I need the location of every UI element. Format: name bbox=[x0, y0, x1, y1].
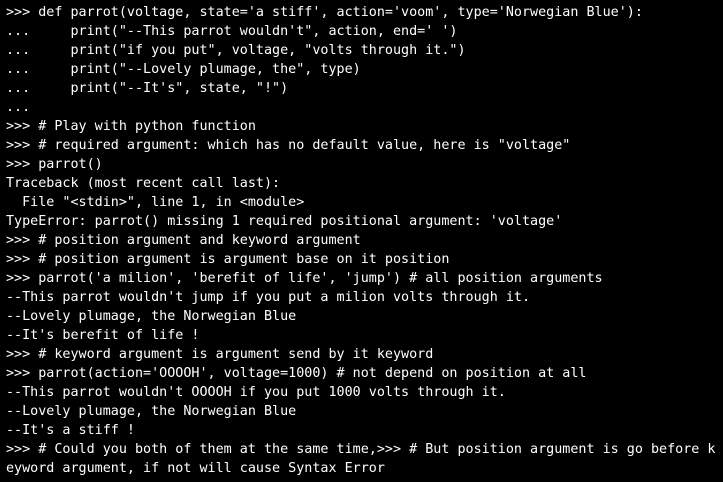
terminal-window[interactable]: >>> def parrot(voltage, state='a stiff',… bbox=[0, 0, 723, 482]
terminal-line: --Lovely plumage, the Norwegian Blue bbox=[6, 404, 297, 419]
terminal-line: ... print("if you put", voltage, "volts … bbox=[6, 43, 466, 58]
terminal-line: ... print("--This parrot wouldn't", acti… bbox=[6, 24, 458, 39]
terminal-line: --This parrot wouldn't jump if you put a… bbox=[6, 290, 531, 305]
terminal-line: >>> # position argument is argument base… bbox=[6, 252, 450, 267]
terminal-line: ... print("--It's", state, "!") bbox=[6, 81, 289, 96]
terminal-line: --Lovely plumage, the Norwegian Blue bbox=[6, 309, 297, 324]
terminal-output: >>> def parrot(voltage, state='a stiff',… bbox=[6, 3, 723, 478]
terminal-line: >>> # required argument: which has no de… bbox=[6, 138, 571, 153]
terminal-line: Traceback (most recent call last): bbox=[6, 176, 281, 191]
terminal-line: File "<stdin>", line 1, in <module> bbox=[6, 195, 305, 210]
terminal-line: >>> # position argument and keyword argu… bbox=[6, 233, 361, 248]
terminal-line: >>> # Could you both of them at the same… bbox=[6, 442, 716, 457]
terminal-line: ... print("--Lovely plumage, the", type) bbox=[6, 62, 361, 77]
terminal-line: >>> parrot(action='OOOOH', voltage=1000)… bbox=[6, 366, 587, 381]
terminal-line: --This parrot wouldn't OOOOH if you put … bbox=[6, 385, 506, 400]
terminal-line: >>> def parrot(voltage, state='a stiff',… bbox=[6, 5, 643, 20]
terminal-line: ... bbox=[6, 100, 31, 115]
terminal-line: --It's berefit of life ! bbox=[6, 328, 200, 343]
terminal-line: >>> parrot('a milion', 'berefit of life'… bbox=[6, 271, 603, 286]
terminal-line: >>> # Play with python function bbox=[6, 119, 256, 134]
terminal-line: >>> parrot() bbox=[6, 157, 103, 172]
terminal-line: eyword argument, if not will cause Synta… bbox=[6, 461, 385, 476]
terminal-line: >>> # keyword argument is argument send … bbox=[6, 347, 434, 362]
terminal-line: --It's a stiff ! bbox=[6, 423, 135, 438]
terminal-line: TypeError: parrot() missing 1 required p… bbox=[6, 214, 563, 229]
